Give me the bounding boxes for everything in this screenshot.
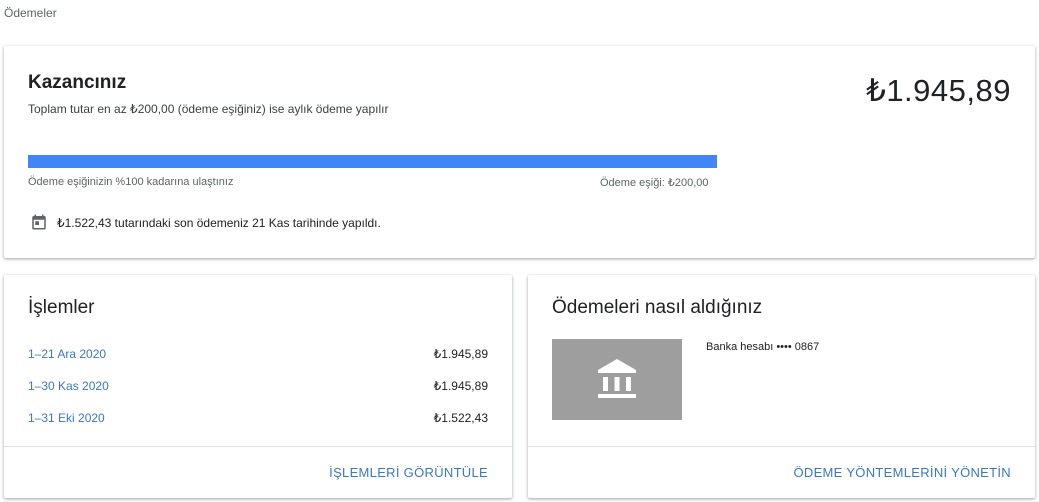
transaction-period-link[interactable]: 1–30 Kas 2020 [28, 379, 109, 393]
transaction-row: 1–30 Kas 2020 ₺1.945,89 [28, 379, 488, 399]
earnings-subtitle: Toplam tutar en az ₺200,00 (ödeme eşiğin… [28, 102, 389, 116]
transaction-row: 1–31 Eki 2020 ₺1.522,43 [28, 411, 488, 431]
payment-methods-title: Ödemeleri nasıl aldığınız [552, 297, 763, 318]
transactions-card: İşlemler 1–21 Ara 2020 ₺1.945,89 1–30 Ka… [4, 275, 512, 498]
threshold-progress-bar [28, 155, 717, 168]
progress-status-label: Ödeme eşiğinizin %100 kadarına ulaştınız [28, 176, 234, 188]
transactions-title: İşlemler [28, 297, 95, 318]
manage-payment-methods-button[interactable]: ÖDEME YÖNTEMLERİNİ YÖNETİN [793, 465, 1011, 480]
last-payment-text: ₺1.522,43 tutarındaki son ödemeniz 21 Ka… [57, 216, 381, 230]
transaction-amount: ₺1.945,89 [433, 379, 488, 393]
earnings-title: Kazancınız [28, 72, 127, 93]
transaction-amount: ₺1.522,43 [433, 411, 488, 425]
card-divider [528, 446, 1035, 447]
bank-account-tile [552, 339, 682, 420]
view-transactions-button[interactable]: İŞLEMLERİ GÖRÜNTÜLE [329, 465, 488, 480]
card-divider [4, 446, 512, 447]
transaction-period-link[interactable]: 1–21 Ara 2020 [28, 347, 106, 361]
transaction-row: 1–21 Ara 2020 ₺1.945,89 [28, 347, 488, 367]
threshold-progress-fill [28, 155, 717, 168]
calendar-icon [32, 214, 46, 230]
earnings-amount: ₺1.945,89 [866, 73, 1011, 108]
bank-icon [598, 359, 636, 398]
payment-threshold-label: Ödeme eşiği: ₺200,00 [600, 177, 709, 189]
breadcrumb: Ödemeler [4, 6, 57, 20]
transaction-amount: ₺1.945,89 [433, 347, 488, 361]
payment-methods-card: Ödemeleri nasıl aldığınız Banka hesabı •… [528, 275, 1035, 498]
transaction-period-link[interactable]: 1–31 Eki 2020 [28, 411, 105, 425]
earnings-card: Kazancınız Toplam tutar en az ₺200,00 (ö… [4, 46, 1035, 258]
bank-account-label: Banka hesabı •••• 0867 [706, 341, 820, 353]
